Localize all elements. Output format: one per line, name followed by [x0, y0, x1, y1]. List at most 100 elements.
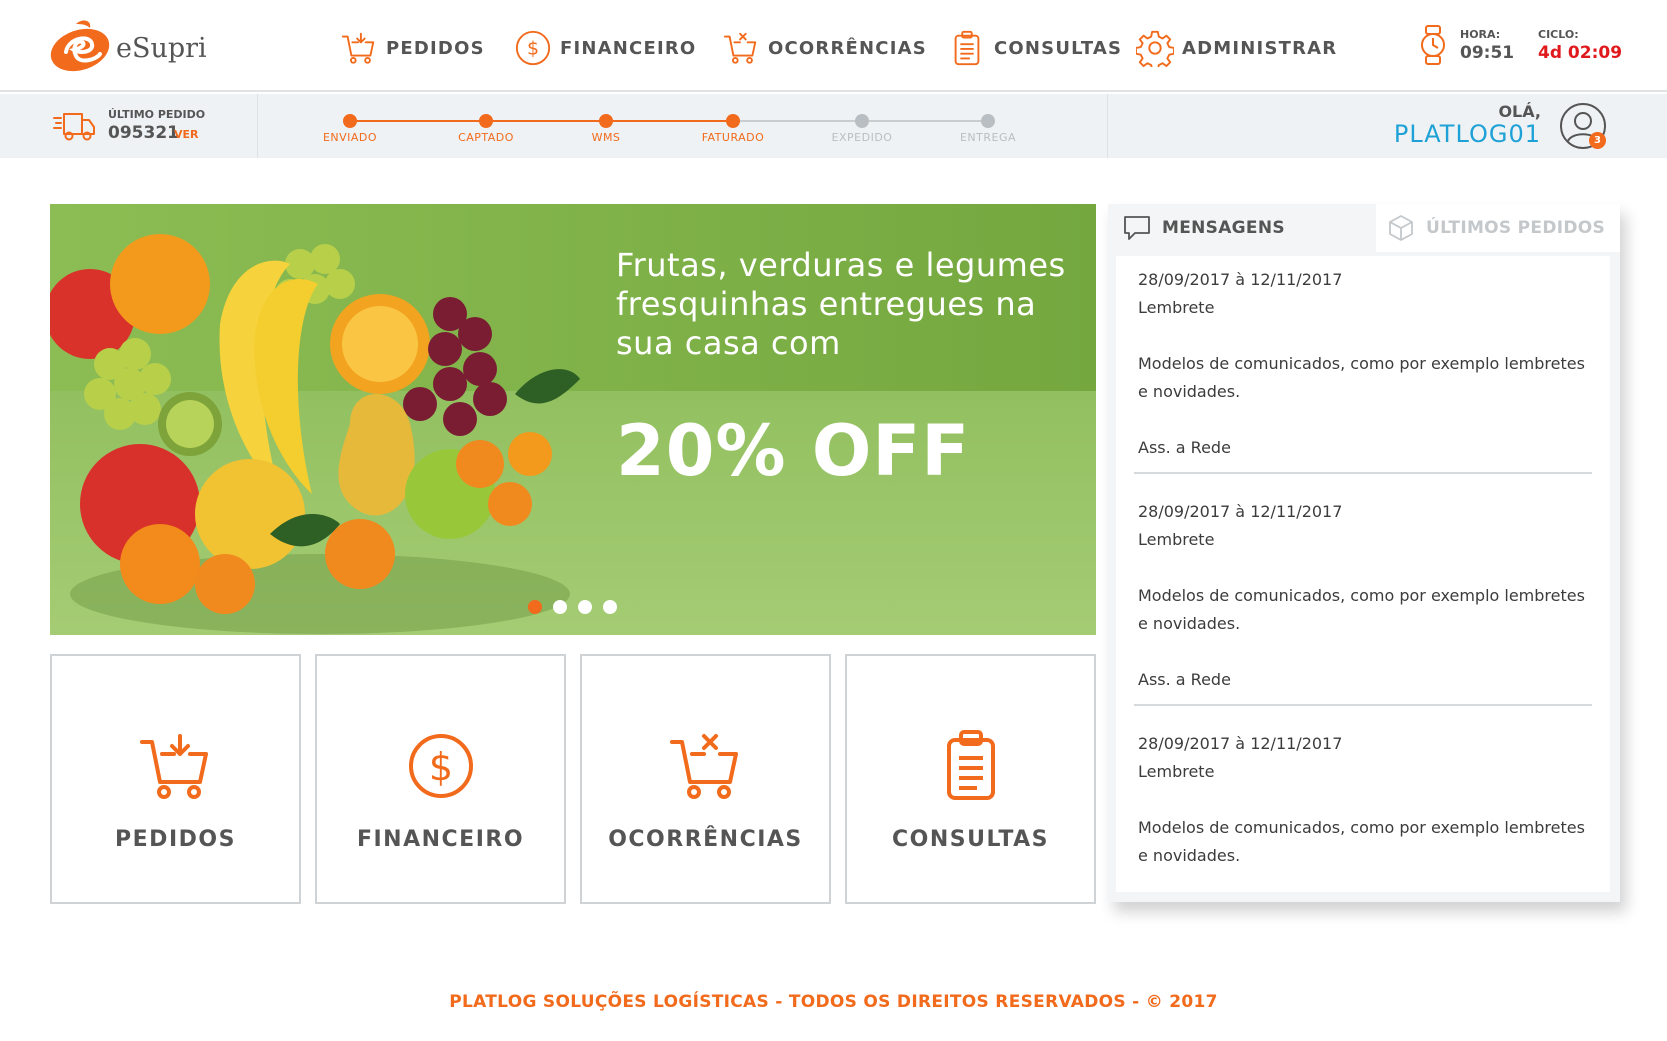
cart-download-icon: [139, 734, 208, 799]
step-label: ENTREGA: [959, 131, 1017, 144]
tab-ultimos-pedidos[interactable]: ÚLTIMOS PEDIDOS: [1376, 204, 1620, 252]
tab-mensagens-label: MENSAGENS: [1162, 218, 1285, 238]
carousel-dot-2[interactable]: [553, 600, 567, 614]
nav-administrar[interactable]: ADMINISTRAR: [1136, 28, 1337, 68]
brand-name: eSupri: [116, 32, 207, 64]
nav-consultas[interactable]: CONSULTAS: [948, 28, 1122, 68]
tracker-step-captado: CAPTADO: [431, 114, 541, 144]
nav-administrar-label: ADMINISTRAR: [1182, 37, 1338, 59]
dollar-circle-icon: $: [515, 30, 551, 66]
message-signature: Ass. a Rede: [1138, 438, 1231, 457]
last-order-number: 095321: [108, 123, 179, 143]
hour-block: HORA: 09:51: [1460, 28, 1514, 63]
tracker-step-enviado: ENVIADO: [295, 114, 405, 144]
svg-text:$: $: [428, 745, 452, 789]
tracker-step-expedido: EXPEDIDO: [807, 114, 917, 144]
esupri-logo[interactable]: eSupri: [46, 16, 207, 74]
chat-bubble-icon: [1124, 216, 1150, 240]
nav-financeiro-label: FINANCEIRO: [560, 37, 697, 59]
step-dot: [479, 114, 493, 128]
gear-icon: [1136, 30, 1174, 67]
carousel-dots: [528, 600, 617, 614]
footer-copyright: PLATLOG SOLUÇÕES LOGÍSTICAS - TODOS OS D…: [449, 992, 1218, 1012]
cycle-label: CICLO:: [1538, 28, 1579, 41]
nav-ocorrencias[interactable]: OCORRÊNCIAS: [722, 28, 927, 68]
tab-ultimos-pedidos-label: ÚLTIMOS PEDIDOS: [1426, 218, 1606, 238]
nav-financeiro[interactable]: $ FINANCEIRO: [514, 28, 696, 68]
message-type: Lembrete: [1138, 298, 1215, 317]
username[interactable]: PLATLOG01: [1394, 120, 1541, 148]
esupri-logo-mark-icon: [50, 20, 110, 72]
message-body: Modelos de comunicados, como por exemplo…: [1138, 354, 1585, 401]
message-item[interactable]: 28/09/2017 à 12/11/2017 Lembrete Modelos…: [1138, 730, 1594, 870]
step-dot: [726, 114, 740, 128]
top-header: eSupri PEDIDOS $ FINANCEIRO OCORRÊNCIAS …: [0, 0, 1667, 92]
tile-financeiro-label: FINANCEIRO: [356, 827, 525, 852]
tracker-step-faturado: FATURADO: [678, 114, 788, 144]
step-dot: [599, 114, 613, 128]
tile-pedidos[interactable]: PEDIDOS: [50, 654, 301, 904]
message-divider: [1134, 472, 1592, 474]
cart-x-icon: [669, 734, 738, 799]
last-order-label: ÚLTIMO PEDIDO: [108, 108, 206, 121]
carousel-dot-3[interactable]: [578, 600, 592, 614]
message-date: 28/09/2017 à 12/11/2017: [1138, 502, 1343, 521]
clipboard-icon: [946, 730, 995, 800]
dollar-circle-icon: $: [408, 734, 473, 798]
tile-ocorrencias[interactable]: OCORRÊNCIAS: [580, 654, 831, 904]
tile-pedidos-label: PEDIDOS: [115, 827, 236, 852]
message-item[interactable]: 28/09/2017 à 12/11/2017 Lembrete Modelos…: [1138, 498, 1594, 694]
box-icon: [1389, 215, 1413, 241]
step-dot: [343, 114, 357, 128]
message-body: Modelos de comunicados, como por exemplo…: [1138, 818, 1585, 865]
step-label: FATURADO: [701, 131, 765, 144]
banner-headline: Frutas, verduras e legumes fresquinhas e…: [616, 246, 1066, 362]
nav-pedidos[interactable]: PEDIDOS: [340, 28, 485, 68]
messages-panel: MENSAGENS ÚLTIMOS PEDIDOS 28/09/2017 à 1…: [1108, 204, 1620, 902]
promo-banner[interactable]: Frutas, verduras e legumes fresquinhas e…: [50, 204, 1096, 635]
tracker-line-done: [350, 120, 733, 122]
message-item[interactable]: 28/09/2017 à 12/11/2017 Lembrete Modelos…: [1138, 266, 1594, 462]
step-dot: [981, 114, 995, 128]
tile-consultas[interactable]: CONSULTAS: [845, 654, 1096, 904]
step-label: EXPEDIDO: [831, 131, 893, 144]
nav-ocorrencias-label: OCORRÊNCIAS: [768, 37, 927, 59]
view-order-link[interactable]: VER: [174, 128, 199, 141]
tracker-step-entrega: ENTREGA: [933, 114, 1043, 144]
svg-text:$: $: [527, 38, 539, 60]
banner-offer: 20% OFF: [616, 410, 971, 492]
step-label: CAPTADO: [458, 131, 514, 144]
carousel-dot-4[interactable]: [603, 600, 617, 614]
nav-pedidos-label: PEDIDOS: [386, 37, 485, 59]
tab-mensagens[interactable]: MENSAGENS: [1122, 204, 1285, 252]
order-status-bar: ÚLTIMO PEDIDO 095321 VER ENVIADO CAPTADO…: [0, 94, 1667, 158]
greeting: OLÁ,: [1498, 102, 1541, 121]
message-date: 28/09/2017 à 12/11/2017: [1138, 270, 1343, 289]
message-body: Modelos de comunicados, como por exemplo…: [1138, 586, 1585, 633]
step-dot: [855, 114, 869, 128]
cycle-value: 4d 02:09: [1538, 43, 1623, 63]
tile-consultas-label: CONSULTAS: [891, 827, 1049, 852]
message-type: Lembrete: [1138, 530, 1215, 549]
last-order-block: ÚLTIMO PEDIDO 095321 VER: [0, 94, 258, 158]
stopwatch-icon: [1421, 25, 1445, 65]
nav-consultas-label: CONSULTAS: [994, 37, 1123, 59]
tracker-step-wms: WMS: [551, 114, 661, 144]
message-date: 28/09/2017 à 12/11/2017: [1138, 734, 1343, 753]
message-divider: [1134, 704, 1592, 706]
hour-label: HORA:: [1460, 28, 1501, 41]
cycle-block: CICLO: 4d 02:09: [1538, 28, 1622, 63]
step-label: WMS: [591, 131, 621, 144]
step-label: ENVIADO: [322, 131, 378, 144]
carousel-dot-1[interactable]: [528, 600, 542, 614]
messages-list: 28/09/2017 à 12/11/2017 Lembrete Modelos…: [1116, 256, 1610, 892]
cart-x-icon: [723, 32, 757, 64]
cart-download-icon: [341, 32, 375, 64]
order-tracker: ENVIADO CAPTADO WMS FATURADO EXPEDIDO EN…: [323, 94, 1030, 158]
message-type: Lembrete: [1138, 762, 1215, 781]
delivery-truck-icon: [53, 113, 95, 141]
notification-badge[interactable]: 3: [1589, 132, 1606, 149]
clipboard-icon: [954, 30, 980, 66]
message-signature: Ass. a Rede: [1138, 670, 1231, 689]
tile-financeiro[interactable]: $ FINANCEIRO: [315, 654, 566, 904]
